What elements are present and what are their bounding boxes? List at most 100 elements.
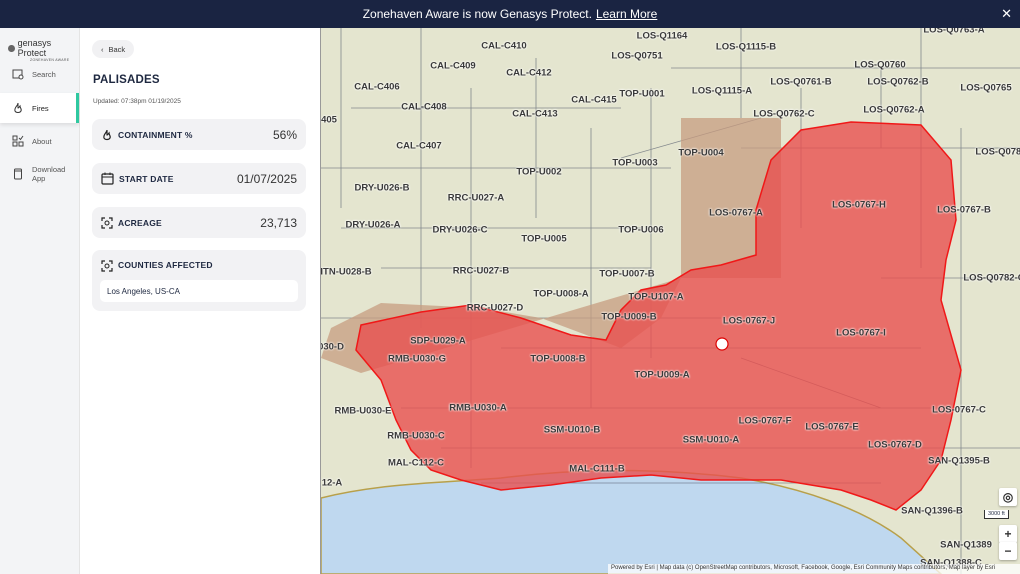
zone-label[interactable]: TOP-U001 bbox=[619, 89, 664, 100]
sidebar-item-label: Search bbox=[32, 69, 56, 79]
zone-label[interactable]: SSM-U010-A bbox=[683, 435, 740, 446]
zone-label[interactable]: TOP-U004 bbox=[678, 148, 723, 159]
zone-label[interactable]: ITN-U028-B bbox=[321, 267, 372, 278]
zone-label[interactable]: RRC-U027-B bbox=[453, 266, 509, 277]
zoom-in-button[interactable]: + bbox=[999, 525, 1017, 543]
zone-label[interactable]: LOS-0767-D bbox=[868, 440, 922, 451]
zone-label[interactable]: LOS-0767-F bbox=[739, 416, 792, 427]
zone-label[interactable]: LOS-Q1115-B bbox=[716, 42, 776, 53]
counties-label: COUNTIES AFFECTED bbox=[118, 260, 213, 270]
zone-label[interactable]: LOS-Q0760 bbox=[854, 60, 905, 71]
chevron-left-icon: ‹ bbox=[101, 44, 104, 54]
sidebar-item-download-app[interactable]: Download App bbox=[0, 159, 79, 189]
sidebar-item-about[interactable]: About bbox=[0, 126, 79, 156]
zone-label[interactable]: TOP-U009-B bbox=[601, 312, 656, 323]
zone-label[interactable]: CAL-C415 bbox=[571, 95, 616, 106]
zone-label[interactable]: TOP-U005 bbox=[521, 234, 566, 245]
zone-label[interactable]: RRC-U027-D bbox=[467, 303, 523, 314]
zone-label[interactable]: 405 bbox=[321, 115, 337, 126]
zone-label[interactable]: 12-A bbox=[322, 478, 343, 489]
zone-label[interactable]: MAL-C111-B bbox=[569, 464, 624, 475]
area-focus-icon bbox=[101, 216, 113, 229]
zone-label[interactable]: TOP-U006 bbox=[618, 225, 663, 236]
acreage-value: 23,713 bbox=[260, 215, 297, 230]
zone-label[interactable]: LOS-0767-H bbox=[832, 200, 886, 211]
learn-more-link[interactable]: Learn More bbox=[596, 7, 657, 21]
zone-label[interactable]: SAN-Q1395-B bbox=[928, 456, 990, 467]
zone-label[interactable]: 030-D bbox=[321, 342, 344, 353]
zone-label[interactable]: TOP-U003 bbox=[612, 158, 657, 169]
zone-label[interactable]: CAL-C409 bbox=[430, 61, 475, 72]
zone-label[interactable]: DRY-U026-C bbox=[432, 225, 487, 236]
crosshair-icon: ◎ bbox=[1002, 490, 1014, 504]
sidebar-item-search[interactable]: Search bbox=[0, 59, 79, 89]
zone-label[interactable]: CAL-C413 bbox=[512, 109, 557, 120]
zone-label[interactable]: SAN-Q1396-B bbox=[901, 506, 963, 517]
sidebar-item-fires[interactable]: Fires bbox=[0, 93, 79, 123]
zone-label[interactable]: LOS-0767-J bbox=[723, 316, 775, 327]
zone-label[interactable]: LOS-0767-C bbox=[932, 405, 986, 416]
updated-timestamp: Updated: 07:38pm 01/19/2025 bbox=[93, 98, 181, 105]
acreage-card: ACREAGE 23,713 bbox=[92, 207, 306, 238]
fire-icon bbox=[103, 129, 111, 140]
zone-label[interactable]: SAN-Q1389 bbox=[940, 540, 992, 551]
zone-label[interactable]: LOS-0767-E bbox=[805, 422, 858, 433]
zone-label[interactable]: TOP-U107-A bbox=[628, 292, 683, 303]
grid-check-icon bbox=[12, 135, 24, 147]
zone-label[interactable]: LOS-Q1115-A bbox=[692, 86, 752, 97]
containment-card: CONTAINMENT % 56% bbox=[92, 119, 306, 150]
zone-label[interactable]: TOP-U008-B bbox=[530, 354, 585, 365]
zone-label[interactable]: LOS-Q0761-B bbox=[770, 77, 831, 88]
zone-label[interactable]: SSM-U010-B bbox=[544, 425, 601, 436]
scale-bar: 3000 ft bbox=[984, 510, 1009, 519]
zone-label[interactable]: LOS-0767-I bbox=[836, 328, 886, 339]
containment-label: CONTAINMENT % bbox=[118, 129, 193, 140]
zone-label[interactable]: SDP-U029-A bbox=[410, 336, 465, 347]
zone-label[interactable]: TOP-U009-A bbox=[634, 370, 689, 381]
close-icon[interactable]: ✕ bbox=[1001, 6, 1012, 22]
zone-label[interactable]: LOS-0767-B bbox=[937, 205, 991, 216]
fire-perimeter bbox=[355, 121, 962, 511]
containment-value: 56% bbox=[272, 127, 297, 142]
zone-label[interactable]: RMB-U030-E bbox=[334, 406, 391, 417]
zone-label[interactable]: LOS-Q0762-A bbox=[863, 105, 924, 116]
zone-label[interactable]: CAL-C407 bbox=[396, 141, 441, 152]
announcement-banner: Zonehaven Aware is now Genasys Protect. … bbox=[0, 0, 1020, 28]
banner-text: Zonehaven Aware is now Genasys Protect. bbox=[362, 7, 592, 21]
zone-label[interactable]: TOP-U002 bbox=[516, 167, 561, 178]
zoom-out-button[interactable]: − bbox=[999, 542, 1017, 560]
map-view[interactable]: CAL-C410 LOS-Q1164 LOS-Q1115-B LOS-Q0763-A L… bbox=[320, 28, 1020, 574]
zone-label[interactable]: LOS-Q0751 bbox=[611, 51, 662, 62]
zone-label[interactable]: DRY-U026-B bbox=[354, 183, 409, 194]
map-attribution: Powered by Esri | Map data (c) OpenStree… bbox=[608, 564, 1020, 574]
locate-button[interactable]: ◎ bbox=[999, 488, 1017, 506]
logo: genasys Protect bbox=[8, 38, 79, 58]
zone-label[interactable]: LOS-Q0782-C bbox=[963, 273, 1020, 284]
zone-label[interactable]: LOS-Q0782 bbox=[975, 147, 1020, 158]
page-title: PALISADES bbox=[93, 74, 160, 86]
zone-label[interactable]: TOP-U007-B bbox=[599, 269, 654, 280]
map-search-icon bbox=[12, 69, 24, 80]
zone-label[interactable]: MAL-C112-C bbox=[388, 458, 444, 469]
zone-label[interactable]: RMB-U030-A bbox=[449, 403, 507, 414]
zone-label[interactable]: CAL-C412 bbox=[506, 68, 551, 79]
zone-label[interactable]: DRY-U026-A bbox=[345, 220, 400, 231]
sidebar-nav: genasys Protect ZONEHAVEN AWARE Search F… bbox=[0, 28, 80, 574]
zone-label[interactable]: LOS-Q1164 bbox=[637, 31, 688, 42]
zone-label[interactable]: RMB-U030-G bbox=[388, 354, 446, 365]
zone-label[interactable]: CAL-C406 bbox=[354, 82, 399, 93]
zone-label[interactable]: CAL-C410 bbox=[481, 41, 526, 52]
zone-label[interactable]: LOS-Q0762-B bbox=[867, 77, 928, 88]
zone-label[interactable]: LOS-0767-A bbox=[709, 208, 763, 219]
zone-label[interactable]: RRC-U027-A bbox=[448, 193, 504, 204]
zone-label[interactable]: CAL-C408 bbox=[401, 102, 446, 113]
counties-card: COUNTIES AFFECTED Los Angeles, US-CA bbox=[92, 250, 306, 311]
phone-icon bbox=[14, 168, 22, 180]
back-button[interactable]: ‹ Back bbox=[92, 40, 135, 58]
sidebar-item-label: Fires bbox=[32, 103, 49, 113]
zone-label[interactable]: LOS-Q0765 bbox=[960, 83, 1011, 94]
zone-label[interactable]: RMB-U030-C bbox=[387, 431, 445, 442]
zone-label[interactable]: TOP-U008-A bbox=[533, 289, 588, 300]
zone-label[interactable]: LOS-Q0762-C bbox=[753, 109, 814, 120]
zone-label[interactable]: LOS-Q0763-A bbox=[923, 28, 984, 36]
